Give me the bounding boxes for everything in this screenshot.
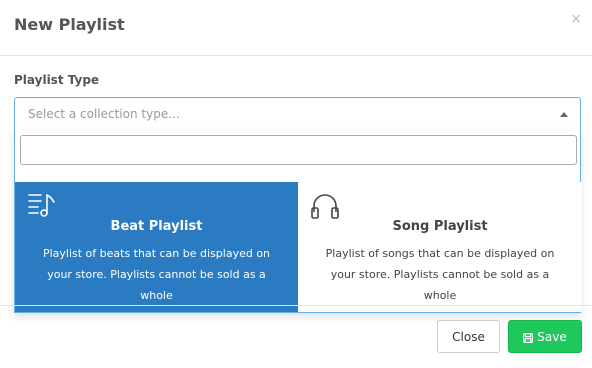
modal-header: New Playlist × — [0, 0, 592, 56]
option-beat-playlist[interactable]: Beat Playlist Playlist of beats that can… — [15, 182, 298, 312]
select-placeholder: Select a collection type... — [28, 107, 180, 121]
close-button[interactable]: Close — [437, 320, 500, 353]
option-title: Song Playlist — [392, 219, 488, 234]
save-label: Save — [537, 329, 567, 344]
option-title: Beat Playlist — [110, 219, 203, 234]
new-playlist-modal: New Playlist × Playlist Type Select a co… — [0, 0, 592, 368]
dropdown-search-input[interactable] — [20, 135, 577, 165]
playlist-type-label: Playlist Type — [14, 73, 100, 87]
floppy-disk-icon — [523, 332, 534, 343]
option-song-playlist[interactable]: Song Playlist Playlist of songs that can… — [298, 182, 582, 312]
save-button[interactable]: Save — [508, 320, 582, 353]
option-description: Playlist of beats that can be displayed … — [42, 247, 271, 302]
option-description: Playlist of songs that can be displayed … — [325, 247, 555, 302]
footer-divider — [0, 305, 592, 306]
option-list: Beat Playlist Playlist of beats that can… — [15, 182, 582, 312]
select-dropdown: Beat Playlist Playlist of beats that can… — [14, 130, 582, 313]
caret-up-icon — [560, 112, 568, 117]
collection-type-select[interactable]: Select a collection type... — [14, 97, 581, 131]
close-icon[interactable]: × — [570, 12, 582, 26]
modal-title: New Playlist — [14, 15, 125, 34]
